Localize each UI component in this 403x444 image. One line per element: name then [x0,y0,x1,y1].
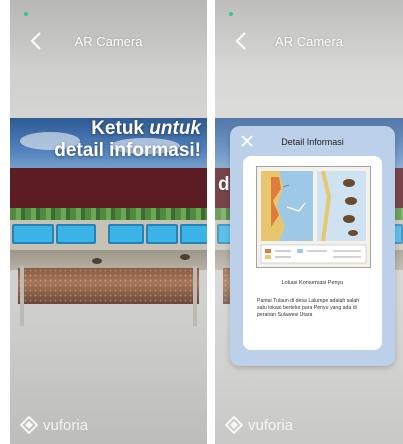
vuforia-logo-icon [225,416,243,434]
vuforia-logo-icon [20,416,38,434]
page-title: AR Camera [275,34,343,49]
header-bar: AR Camera [215,0,403,70]
vuforia-brand: vuforia [43,416,89,434]
status-indicator [24,12,28,16]
vuforia-watermark: vuforia [20,416,88,434]
ar-camera-detail-screen: d AR Camera Detail Informasi Lokasi Kons… [215,0,403,444]
ar-banner [10,168,207,208]
ar-sand [18,268,199,304]
ar-scene[interactable]: Ketuk untuk detail informasi! [10,118,207,328]
info-card: Lokasi Konservasi Penyu Pantai Tulaun di… [243,156,382,350]
detail-info-modal: Detail Informasi Lokasi Konservasi Penyu… [230,126,395,366]
conservation-map-image [256,166,371,268]
page-title: AR Camera [74,34,143,49]
modal-title: Detail Informasi [281,137,344,147]
ar-ground [10,250,207,270]
turtle-pools [10,220,207,250]
vuforia-brand: vuforia [248,416,294,434]
ar-camera-screen: Ketuk untuk detail informasi! AR Camera … [10,0,207,444]
header-bar: AR Camera [10,0,207,70]
map-caption: Lokasi Konservasi Penyu [281,280,344,286]
vuforia-watermark: vuforia [225,416,293,434]
info-description: Pantai Tulaun di desa Lalumpe adalah sal… [257,298,360,318]
tap-for-info-label[interactable]: Ketuk untuk detail informasi! [54,118,201,162]
status-indicator [229,12,233,16]
